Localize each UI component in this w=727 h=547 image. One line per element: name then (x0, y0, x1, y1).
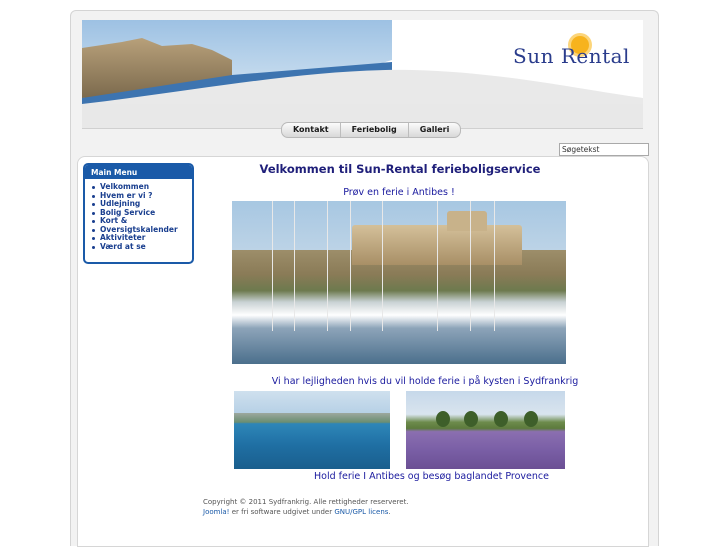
logo[interactable]: Sun Rental (513, 30, 633, 80)
main-menu: Main Menu Velkommen Hvem er vi ? Udlejni… (83, 163, 194, 264)
footer: Copyright © 2011 Sydfrankrig. Alle retti… (203, 497, 409, 517)
top-navigation: Kontakt Feriebolig Galleri (281, 122, 462, 138)
coast-text: Vi har lejligheden hvis du vil holde fer… (271, 376, 579, 387)
gpl-license-link[interactable]: GNU/GPL licens (334, 508, 388, 516)
page-title: Velkommen til Sun-Rental ferieboligservi… (259, 162, 541, 176)
antibes-harbor-photo (232, 201, 566, 364)
nav-feriebolig[interactable]: Feriebolig (341, 123, 409, 137)
joomla-link[interactable]: Joomla! (203, 508, 230, 516)
footer-copyright: Copyright © 2011 Sydfrankrig. Alle retti… (203, 498, 409, 506)
subtitle: Prøv en ferie i Antibes ! (343, 187, 455, 198)
footer-license-text: er fri software udgivet under (229, 508, 335, 516)
header-banner: Sun Rental (82, 20, 643, 104)
logo-text: Sun Rental (513, 44, 630, 68)
footer-license-line: Joomla! er fri software udgivet under GN… (203, 507, 409, 517)
main-menu-list: Velkommen Hvem er vi ? Udlejning Bolig S… (85, 182, 192, 252)
nav-kontakt[interactable]: Kontakt (282, 123, 341, 137)
main-menu-title: Main Menu (85, 165, 192, 179)
nav-galleri[interactable]: Galleri (409, 123, 461, 137)
tower-shape (447, 211, 487, 231)
footer-period: . (388, 508, 391, 516)
search-input[interactable] (559, 143, 649, 156)
lavender-field-photo (406, 391, 565, 469)
photo-caption: Hold ferie I Antibes og besøg baglandet … (314, 471, 549, 482)
sea-photo (234, 391, 390, 469)
menu-item-vaerd-at-se[interactable]: Værd at se (91, 242, 192, 252)
